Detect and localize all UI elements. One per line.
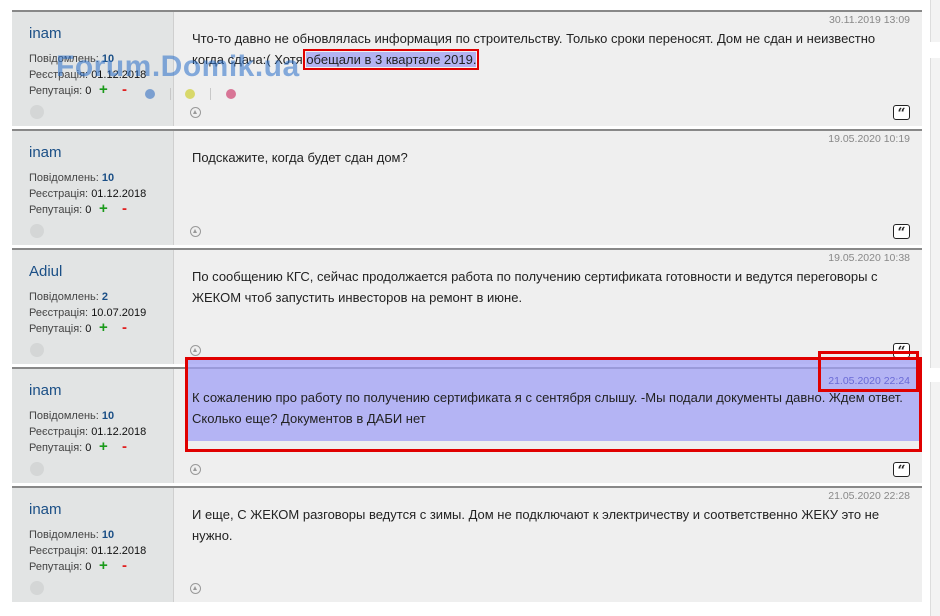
reg-date: 10.07.2019 bbox=[91, 307, 147, 319]
author-reputation: Репутація: 0 bbox=[29, 204, 91, 216]
online-status-icon bbox=[30, 462, 44, 476]
rep-value: 0 bbox=[85, 85, 92, 97]
author-registered: Реєстрація: 01.12.2018 bbox=[29, 188, 146, 200]
author-registered: Реєстрація: 01.12.2018 bbox=[29, 545, 146, 557]
post-body: 19.05.2020 10:19 Подскажите, когда будет… bbox=[190, 131, 910, 245]
scroll-up-icon[interactable] bbox=[190, 583, 201, 594]
scroll-up-icon[interactable] bbox=[190, 464, 201, 475]
author-reputation: Репутація: 0 bbox=[29, 323, 91, 335]
author-posts-count: Повідомлень: 10 bbox=[29, 529, 114, 541]
forum-post: Adiul Повідомлень: 2 Реєстрація: 10.07.2… bbox=[12, 248, 922, 364]
posts-count[interactable]: 10 bbox=[102, 529, 114, 541]
author-reputation: Репутація: 0 bbox=[29, 561, 91, 573]
post-author-panel: inam Повідомлень: 10 Реєстрація: 01.12.2… bbox=[12, 369, 174, 483]
author-posts-count: Повідомлень: 10 bbox=[29, 410, 114, 422]
reputation-minus-button[interactable]: - bbox=[122, 201, 127, 216]
post-date: 30.11.2019 13:09 bbox=[829, 14, 910, 26]
author-name-link[interactable]: inam bbox=[29, 501, 62, 518]
rep-value: 0 bbox=[85, 323, 92, 335]
posts-count[interactable]: 10 bbox=[102, 172, 114, 184]
quote-button[interactable]: “ bbox=[893, 105, 910, 122]
post-date: 21.05.2020 22:28 bbox=[828, 490, 910, 502]
posts-count[interactable]: 2 bbox=[102, 291, 108, 303]
forum-post: inam Повідомлень: 10 Реєстрація: 01.12.2… bbox=[12, 486, 922, 602]
rep-value: 0 bbox=[85, 204, 92, 216]
post-author-panel: inam Повідомлень: 10 Реєстрація: 01.12.2… bbox=[12, 131, 174, 245]
author-name-link[interactable]: Adiul bbox=[29, 263, 62, 280]
highlighted-text: обещали в 3 квартале 2019. bbox=[303, 49, 480, 70]
post-body: 19.05.2020 10:38 По сообщению КГС, сейча… bbox=[190, 250, 910, 364]
quote-button[interactable]: “ bbox=[893, 224, 910, 241]
reputation-minus-button[interactable]: - bbox=[122, 82, 127, 97]
reputation-plus-button[interactable]: + bbox=[99, 439, 108, 454]
blue-dot-icon bbox=[145, 89, 155, 99]
rep-label: Репутація: bbox=[29, 561, 83, 573]
reputation-minus-button[interactable]: - bbox=[122, 439, 127, 454]
post-body: 21.05.2020 22:28 И еще, С ЖЕКОМ разговор… bbox=[190, 488, 910, 602]
author-name-link[interactable]: inam bbox=[29, 382, 62, 399]
posts-label: Повідомлень: bbox=[29, 410, 99, 422]
online-status-icon bbox=[30, 224, 44, 238]
post-date: 19.05.2020 10:38 bbox=[828, 252, 910, 264]
author-reputation: Репутація: 0 bbox=[29, 442, 91, 454]
reg-label: Реєстрація: bbox=[29, 426, 89, 438]
posts-label: Повідомлень: bbox=[29, 172, 99, 184]
watermark-divider bbox=[170, 88, 171, 100]
reputation-plus-button[interactable]: + bbox=[99, 320, 108, 335]
author-registered: Реєстрація: 10.07.2019 bbox=[29, 307, 146, 319]
reputation-plus-button[interactable]: + bbox=[99, 201, 108, 216]
reg-date: 01.12.2018 bbox=[91, 188, 147, 200]
post-author-panel: Adiul Повідомлень: 2 Реєстрація: 10.07.2… bbox=[12, 250, 174, 364]
right-sidebar-edge bbox=[930, 382, 940, 616]
post-text: Подскажите, когда будет сдан дом? bbox=[192, 150, 408, 165]
pink-dot-icon bbox=[226, 89, 236, 99]
scroll-up-icon[interactable] bbox=[190, 107, 201, 118]
posts-label: Повідомлень: bbox=[29, 529, 99, 541]
post-date: 19.05.2020 10:19 bbox=[828, 133, 910, 145]
post-author-panel: inam Повідомлень: 10 Реєстрація: 01.12.2… bbox=[12, 488, 174, 602]
rep-label: Репутація: bbox=[29, 323, 83, 335]
reputation-plus-button[interactable]: + bbox=[99, 558, 108, 573]
scroll-up-icon[interactable] bbox=[190, 226, 201, 237]
annotation-box-post-text bbox=[185, 357, 922, 452]
author-reputation: Репутація: 0 bbox=[29, 85, 91, 97]
online-status-icon bbox=[30, 105, 44, 119]
reg-date: 01.12.2018 bbox=[91, 426, 147, 438]
posts-count[interactable]: 10 bbox=[102, 410, 114, 422]
reg-label: Реєстрація: bbox=[29, 307, 89, 319]
right-sidebar-edge bbox=[930, 0, 940, 42]
reg-label: Реєстрація: bbox=[29, 545, 89, 557]
watermark-logo: Forum.Domik.ua bbox=[56, 50, 300, 83]
author-name-link[interactable]: inam bbox=[29, 25, 62, 42]
author-posts-count: Повідомлень: 10 bbox=[29, 172, 114, 184]
reputation-plus-button[interactable]: + bbox=[99, 82, 108, 97]
watermark-divider bbox=[210, 88, 211, 100]
rep-label: Репутація: bbox=[29, 442, 83, 454]
scroll-up-icon[interactable] bbox=[190, 345, 201, 356]
post-text: И еще, С ЖЕКОМ разговоры ведутся с зимы.… bbox=[192, 507, 880, 543]
yellow-dot-icon bbox=[185, 89, 195, 99]
author-name-link[interactable]: inam bbox=[29, 144, 62, 161]
post-text: По сообщению КГС, сейчас продолжается ра… bbox=[192, 269, 878, 305]
right-sidebar-edge bbox=[930, 58, 940, 368]
rep-label: Репутація: bbox=[29, 204, 83, 216]
posts-label: Повідомлень: bbox=[29, 291, 99, 303]
online-status-icon bbox=[30, 581, 44, 595]
quote-button[interactable]: “ bbox=[893, 462, 910, 479]
rep-value: 0 bbox=[85, 561, 92, 573]
reputation-minus-button[interactable]: - bbox=[122, 558, 127, 573]
reg-label: Реєстрація: bbox=[29, 188, 89, 200]
forum-post: inam Повідомлень: 10 Реєстрація: 01.12.2… bbox=[12, 129, 922, 245]
online-status-icon bbox=[30, 343, 44, 357]
reputation-minus-button[interactable]: - bbox=[122, 320, 127, 335]
rep-label: Репутація: bbox=[29, 85, 83, 97]
annotation-box-date bbox=[818, 351, 919, 392]
author-registered: Реєстрація: 01.12.2018 bbox=[29, 426, 146, 438]
reg-date: 01.12.2018 bbox=[91, 545, 147, 557]
rep-value: 0 bbox=[85, 442, 92, 454]
author-posts-count: Повідомлень: 2 bbox=[29, 291, 108, 303]
